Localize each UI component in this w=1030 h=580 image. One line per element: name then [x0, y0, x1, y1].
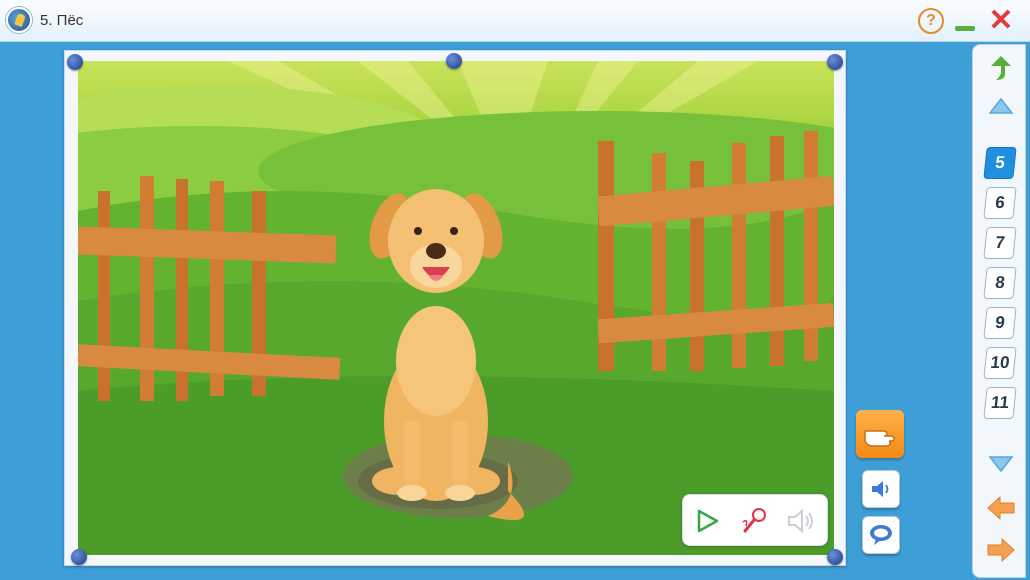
- sound-button[interactable]: [783, 503, 819, 539]
- previous-page-button[interactable]: [985, 493, 1017, 523]
- pointing-hand-icon: [864, 430, 895, 447]
- dog-scene: [78, 61, 834, 555]
- corner-pin-icon: [827, 549, 843, 565]
- arrow-right-icon: [987, 537, 1015, 563]
- page-7-button[interactable]: 7: [983, 227, 1017, 259]
- media-controls: [682, 494, 828, 546]
- triangle-up-icon: [988, 97, 1014, 114]
- corner-pin-icon: [67, 54, 83, 70]
- scroll-down-button[interactable]: [987, 453, 1015, 475]
- speaker-disabled-icon: [788, 508, 813, 534]
- page-9-button[interactable]: 9: [983, 307, 1017, 339]
- speech-bubble-icon: [870, 525, 892, 545]
- close-button[interactable]: ✕: [988, 6, 1014, 36]
- scene-frame: [64, 50, 846, 566]
- page-6-button[interactable]: 6: [983, 187, 1017, 219]
- go-back-up-button[interactable]: [987, 53, 1015, 83]
- microphone-icon: [742, 508, 766, 533]
- page-navigation: 5 6 7 8 9 10 11: [972, 44, 1026, 578]
- audio-button[interactable]: [862, 470, 900, 508]
- app-logo-icon: [6, 7, 32, 33]
- window-title: 5. Пёс: [40, 12, 84, 29]
- corner-pin-icon: [446, 53, 462, 69]
- play-icon: [697, 509, 719, 533]
- corner-pin-icon: [71, 549, 87, 565]
- corner-pin-icon: [827, 54, 843, 70]
- speaker-icon: [872, 481, 889, 497]
- scroll-up-button[interactable]: [987, 95, 1015, 117]
- pointer-tool-button[interactable]: [856, 410, 904, 458]
- curved-up-arrow-icon: [991, 56, 1011, 80]
- arrow-left-icon: [987, 495, 1015, 521]
- page-5-button[interactable]: 5: [983, 147, 1017, 179]
- triangle-down-icon: [988, 456, 1014, 473]
- scene-illustration[interactable]: [78, 61, 834, 555]
- page-11-button[interactable]: 11: [983, 387, 1017, 419]
- next-page-button[interactable]: [985, 535, 1017, 565]
- help-button[interactable]: ?: [918, 8, 944, 34]
- play-button[interactable]: [689, 503, 725, 539]
- page-8-button[interactable]: 8: [983, 267, 1017, 299]
- minimize-button[interactable]: [952, 8, 978, 34]
- record-button[interactable]: [737, 503, 773, 539]
- title-bar: 5. Пёс ? ✕: [0, 0, 1030, 42]
- minimize-icon: [955, 25, 975, 31]
- comment-button[interactable]: [862, 516, 900, 554]
- page-10-button[interactable]: 10: [983, 347, 1017, 379]
